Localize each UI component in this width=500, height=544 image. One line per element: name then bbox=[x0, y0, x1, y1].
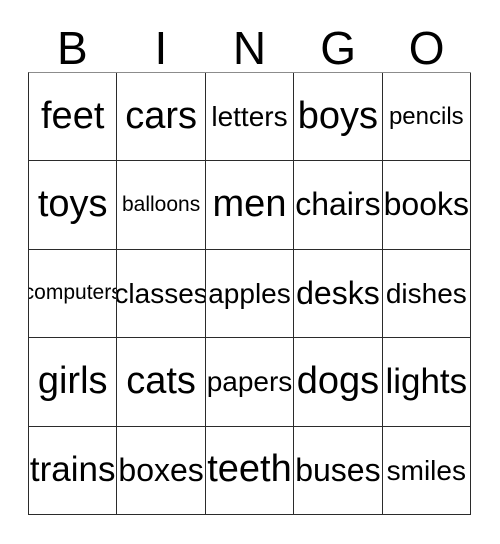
bingo-cell[interactable]: girls bbox=[29, 338, 118, 427]
bingo-cell-label: dishes bbox=[385, 277, 467, 309]
bingo-cell[interactable]: boys bbox=[294, 73, 383, 162]
bingo-cell-label: balloons bbox=[121, 193, 201, 217]
bingo-cell[interactable]: balloons bbox=[117, 161, 206, 250]
bingo-cell[interactable]: teeth bbox=[205, 426, 295, 515]
bingo-cell-label: boxes bbox=[118, 451, 204, 488]
bingo-cell[interactable]: letters bbox=[205, 73, 295, 162]
bingo-cell-label: men bbox=[212, 183, 287, 226]
bingo-cell[interactable]: buses bbox=[294, 426, 383, 515]
bingo-cell[interactable]: cars bbox=[117, 73, 206, 162]
bingo-cell-label: girls bbox=[37, 359, 108, 402]
bingo-cell-label: computers bbox=[29, 281, 118, 305]
bingo-cell-label: pencils bbox=[388, 103, 464, 131]
bingo-cell-label: chairs bbox=[295, 186, 381, 223]
bingo-cell-label: papers bbox=[206, 366, 293, 398]
bingo-cell-label: teeth bbox=[207, 448, 292, 491]
bingo-cell[interactable]: dishes bbox=[382, 249, 471, 339]
bingo-cell[interactable]: lights bbox=[382, 338, 471, 427]
bingo-cell[interactable]: pencils bbox=[382, 73, 471, 162]
bingo-cell-label: buses bbox=[295, 451, 381, 488]
bingo-cell[interactable]: books bbox=[382, 161, 471, 250]
bingo-cell[interactable]: chairs bbox=[294, 161, 383, 250]
bingo-cell[interactable]: desks bbox=[294, 249, 383, 339]
bingo-cell[interactable]: cats bbox=[117, 338, 206, 427]
bingo-cell[interactable]: dogs bbox=[294, 338, 383, 427]
bingo-cell[interactable]: papers bbox=[205, 338, 295, 427]
header-letter-i: I bbox=[154, 22, 168, 74]
bingo-cell-label: toys bbox=[37, 183, 108, 226]
bingo-cell[interactable]: smiles bbox=[382, 426, 471, 515]
bingo-cell[interactable]: computers bbox=[29, 249, 118, 339]
bingo-cell-label: desks bbox=[296, 274, 380, 311]
bingo-cell[interactable]: apples bbox=[205, 249, 295, 339]
bingo-card: B I N G O feet cars letters boys pencils… bbox=[0, 0, 500, 544]
bingo-cell-label: cars bbox=[125, 94, 197, 137]
bingo-cell-label: dogs bbox=[296, 359, 380, 402]
bingo-cell-label: letters bbox=[211, 101, 288, 132]
header-letter-o: O bbox=[408, 22, 445, 74]
bingo-cell-label: trains bbox=[29, 449, 116, 489]
bingo-cell-label: classes bbox=[117, 277, 206, 309]
bingo-header-row: B I N G O bbox=[28, 18, 471, 72]
bingo-cell[interactable]: toys bbox=[29, 161, 118, 250]
bingo-cell-label: smiles bbox=[386, 454, 466, 486]
header-letter-g: G bbox=[320, 22, 356, 74]
bingo-cell-label: apples bbox=[208, 277, 291, 309]
bingo-cell-label: feet bbox=[41, 94, 105, 137]
bingo-cell[interactable]: trains bbox=[29, 426, 118, 515]
bingo-grid: feet cars letters boys pencils toys ball… bbox=[28, 72, 471, 515]
header-letter-n: N bbox=[232, 22, 267, 74]
bingo-cell[interactable]: feet bbox=[29, 73, 118, 162]
header-letter-b: B bbox=[56, 22, 88, 74]
bingo-cell-label: lights bbox=[385, 361, 468, 401]
bingo-cell[interactable]: classes bbox=[117, 249, 206, 339]
bingo-cell[interactable]: boxes bbox=[117, 426, 206, 515]
bingo-cell-label: boys bbox=[297, 94, 379, 137]
bingo-cell-label: books bbox=[383, 186, 469, 223]
bingo-cell-label: cats bbox=[126, 359, 196, 402]
bingo-cell[interactable]: men bbox=[205, 161, 295, 250]
